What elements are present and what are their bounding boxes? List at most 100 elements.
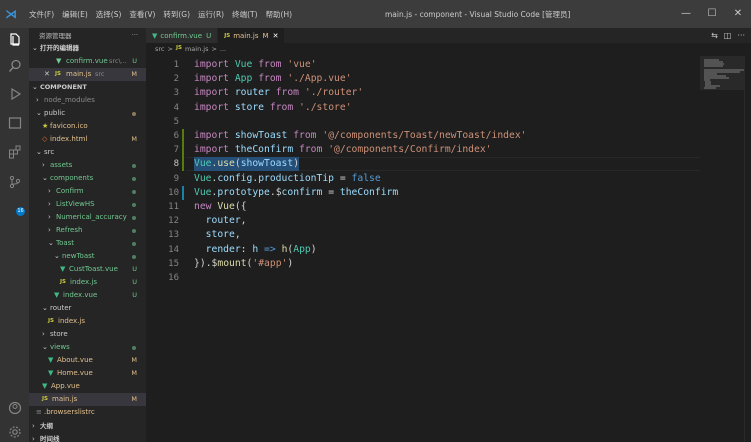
code-line[interactable]: 8 Vue.use(showToast) [146, 157, 700, 172]
settings-gear-icon[interactable] [5, 422, 24, 441]
code-line[interactable]: 4 import store from './store' [146, 101, 700, 115]
close-tab-icon[interactable]: ✕ [273, 32, 279, 40]
project-section[interactable]: ⌄ COMPONENT [29, 81, 146, 94]
line-number: 1 [173, 60, 179, 70]
menu-view[interactable]: 查看(V) [125, 9, 159, 20]
tab-status: U [206, 31, 212, 40]
changes-dot [132, 190, 136, 194]
run-debug-icon[interactable] [5, 84, 24, 103]
menu-go[interactable]: 转到(G) [159, 9, 194, 20]
open-editors-title: 打开的编辑器 [40, 44, 79, 52]
code-line[interactable]: 1 import Vue from 'vue' [146, 58, 700, 72]
open-editors-section[interactable]: ⌄ 打开的编辑器 [29, 42, 146, 55]
tree-folder[interactable]: ⌄ newToast [29, 250, 146, 263]
tree-item-label: index.js [70, 278, 97, 286]
code-line[interactable]: 3 import router from './router' [146, 86, 700, 100]
tree-folder[interactable]: › Confirm [29, 185, 146, 198]
tree-item-label: Home.vue [57, 369, 93, 377]
tree-folder[interactable]: › Refresh [29, 224, 146, 237]
code-text: Vue.config.productionTip = false [194, 172, 381, 184]
code-text: import router from './router' [194, 87, 364, 99]
menu-help[interactable]: 帮助(H) [262, 9, 297, 20]
tree-file[interactable]: ◇ index.html M [29, 133, 146, 146]
breadcrumb-file[interactable]: main.js [185, 45, 209, 55]
status-badge: U [132, 291, 137, 299]
vscode-logo-icon: ⋊ [5, 7, 17, 21]
tree-file[interactable]: ▼ CustToast.vue U [29, 263, 146, 276]
minimize-button[interactable]: — [673, 0, 699, 28]
changes-dot [132, 112, 136, 116]
search-icon[interactable] [5, 56, 24, 75]
code-line[interactable]: 10 Vue.prototype.$confirm = theConfirm [146, 185, 700, 200]
more-actions-icon[interactable]: ··· [737, 31, 745, 40]
code-line[interactable]: 11 new Vue({ [146, 200, 700, 214]
code-line[interactable]: 16 [146, 271, 700, 285]
tree-folder[interactable]: ⌄ components [29, 172, 146, 185]
code-line[interactable]: 15}).$mount('#app') [146, 257, 700, 271]
breadcrumb-more[interactable]: ... [220, 45, 226, 55]
tree-folder[interactable]: ⌄ public [29, 107, 146, 120]
tab-main-js[interactable]: JS main.js M ✕ [218, 28, 286, 43]
js-icon: JS [42, 396, 49, 402]
split-editor-icon[interactable]: ◫ [724, 31, 732, 40]
menu-run[interactable]: 运行(R) [194, 9, 228, 20]
explorer-more-button[interactable]: ··· [132, 31, 138, 39]
extensions-icon[interactable] [5, 142, 24, 161]
tree-file[interactable]: JS index.js U [29, 276, 146, 289]
code-editor[interactable]: 1 import Vue from 'vue' 2 import App from '… [146, 56, 700, 442]
source-control-icon[interactable] [5, 172, 24, 191]
tree-file[interactable]: ▼ Home.vue M [29, 367, 146, 380]
tree-folder[interactable]: › ListViewHS [29, 198, 146, 211]
vue-icon: ▼ [60, 265, 66, 273]
code-line[interactable]: 6 import showToast from '@/components/Toa… [146, 129, 700, 143]
open-editor-item[interactable]: ▼ confirm.vue src\... U [29, 55, 146, 68]
line-number: 7 [173, 145, 179, 156]
menu-terminal[interactable]: 终端(T) [228, 9, 261, 20]
chevron-down-icon: ⌄ [48, 239, 54, 247]
changes-dot [132, 229, 136, 233]
close-editor-icon[interactable]: ✕ [44, 68, 50, 81]
tree-folder[interactable]: ⌄ views [29, 341, 146, 354]
code-line[interactable]: 14 render: h => h(App) [146, 243, 700, 257]
code-line[interactable]: 7 import theConfirm from '@/components/Co… [146, 143, 700, 158]
tree-file[interactable]: ★ favicon.ico [29, 120, 146, 133]
panel-icon[interactable] [5, 113, 24, 132]
code-text: Vue.use(showToast) [194, 157, 300, 172]
code-line[interactable]: 9 Vue.config.productionTip = false [146, 172, 700, 186]
maximize-button[interactable]: ☐ [699, 0, 725, 28]
tree-folder[interactable]: › store [29, 328, 146, 341]
outline-section[interactable]: › 大纲 [29, 420, 146, 433]
tree-file[interactable]: ▼ App.vue [29, 380, 146, 393]
open-editor-name: confirm.vue [66, 57, 108, 65]
tree-file[interactable]: JS index.js [29, 315, 146, 328]
code-line[interactable]: 2 import App from './App.vue' [146, 72, 700, 86]
tree-item-label: router [50, 304, 72, 312]
tree-folder[interactable]: › node_modules [29, 94, 146, 107]
timeline-section[interactable]: › 时间线 [29, 433, 146, 442]
tree-folder[interactable]: › assets [29, 159, 146, 172]
tree-folder[interactable]: ⌄ router [29, 302, 146, 315]
line-number: 3 [173, 88, 179, 99]
js-icon: JS [48, 318, 55, 324]
menu-selection[interactable]: 选择(S) [92, 9, 126, 20]
menu-edit[interactable]: 编辑(E) [58, 9, 92, 20]
explorer-icon[interactable] [5, 30, 24, 49]
tree-file[interactable]: ▼ About.vue M [29, 354, 146, 367]
tree-file[interactable]: ▼ index.vue U [29, 289, 146, 302]
tab-confirm-vue[interactable]: ▼ confirm.vue U [146, 28, 219, 43]
breadcrumb-folder[interactable]: src [155, 45, 165, 55]
account-icon[interactable] [5, 398, 24, 417]
vertical-scrollbar[interactable] [744, 56, 751, 442]
code-line[interactable]: 12 router, [146, 214, 700, 228]
code-line[interactable]: 13 store, [146, 228, 700, 242]
tree-file[interactable]: ≡ .browserslistrc [29, 406, 146, 419]
open-editor-item[interactable]: ✕ JS main.js src M [29, 68, 146, 81]
tree-folder[interactable]: ⌄ src [29, 146, 146, 159]
close-window-button[interactable]: ✕ [725, 0, 751, 28]
tree-folder[interactable]: › Numerical_accuracy [29, 211, 146, 224]
code-line[interactable]: 5 [146, 115, 700, 129]
compare-changes-icon[interactable]: ⇆ [711, 31, 718, 40]
menu-file[interactable]: 文件(F) [25, 9, 58, 20]
tree-file[interactable]: JS main.js M [29, 393, 146, 406]
tree-folder[interactable]: ⌄ Toast [29, 237, 146, 250]
